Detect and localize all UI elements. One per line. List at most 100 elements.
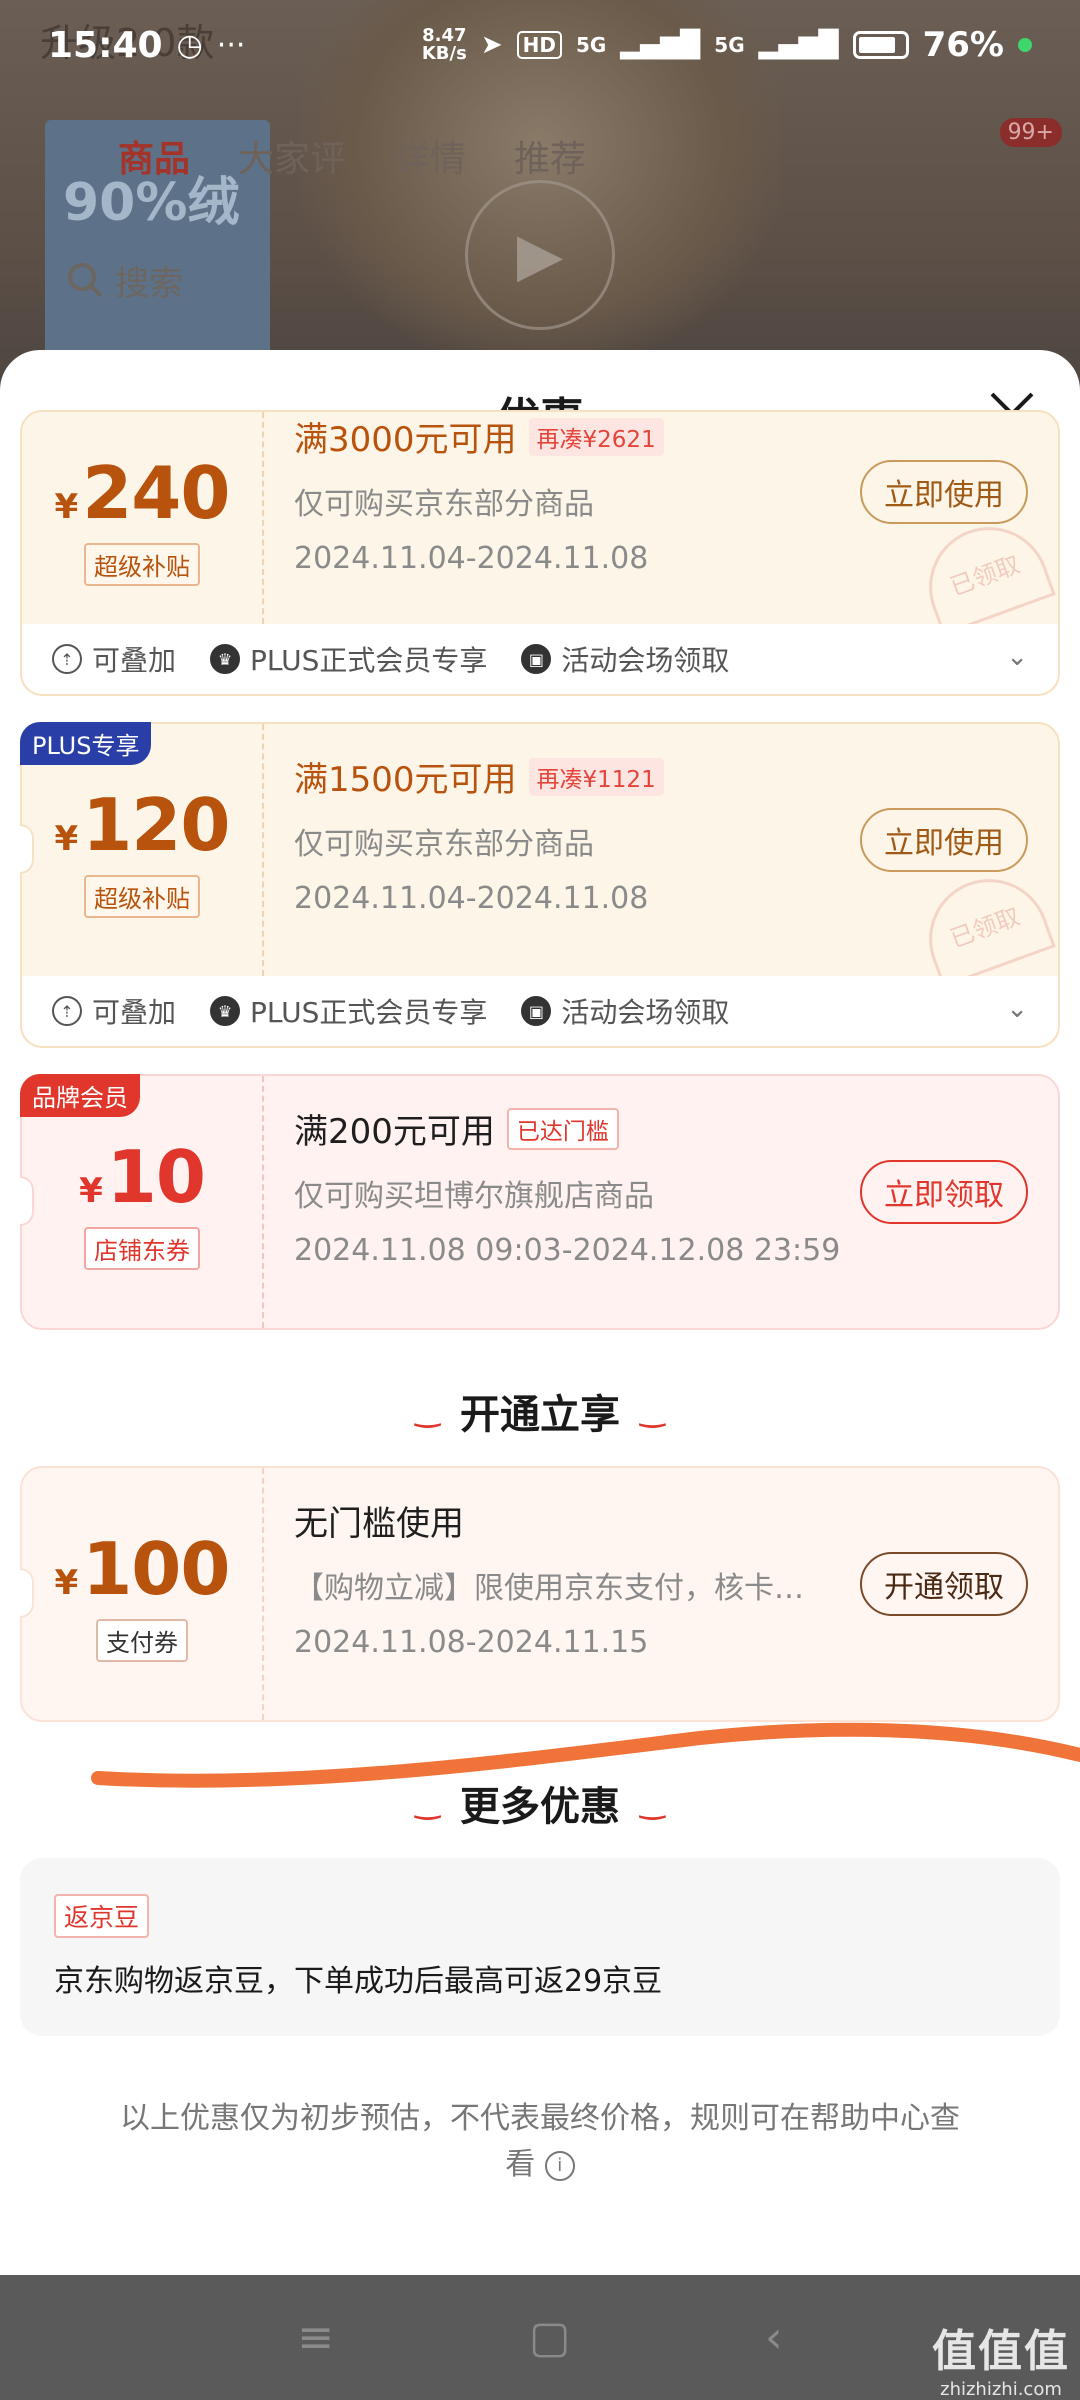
coupon-amount: ¥120 bbox=[55, 782, 231, 867]
coupon-features: ⇡ 可叠加 ♛ PLUS正式会员专享 ▣ 活动会场领取 ⌄ bbox=[22, 976, 1058, 1046]
stack-icon: ⇡ bbox=[52, 644, 82, 674]
section-title: 开通立享 bbox=[460, 1392, 620, 1438]
coupon-condition: 满3000元可用 bbox=[294, 420, 517, 460]
amount-value: 100 bbox=[82, 1526, 230, 1611]
more-dots-icon: ··· bbox=[216, 27, 246, 63]
coupon-condition: 满200元可用 bbox=[294, 1112, 495, 1152]
feature-stackable: ⇡ 可叠加 bbox=[52, 991, 176, 1031]
coupon-amount: ¥100 bbox=[54, 1526, 231, 1611]
coupon-condition-row: 满1500元可用 再凑¥1121 bbox=[294, 752, 1058, 801]
coupon-card: 品牌会员 ¥10 店铺东券 满200元可用 已达门槛 仅可购买坦博尔旗舰店商品 2… bbox=[20, 1074, 1060, 1330]
home-icon[interactable]: ▢ bbox=[529, 2312, 571, 2363]
feature-venue: ▣ 活动会场领取 bbox=[521, 991, 729, 1031]
product-tabs: 商品 大家评 详情 推荐 bbox=[118, 130, 586, 182]
search-icon bbox=[68, 263, 103, 298]
currency-symbol: ¥ bbox=[54, 1562, 79, 1603]
signal-5g-2: 5G bbox=[714, 33, 745, 57]
pay-coupon-card: ¥100 支付券 无门槛使用 【购物立减】限使用京东支付，核卡… 2024.11… bbox=[20, 1466, 1060, 1722]
feature-label: PLUS正式会员专享 bbox=[250, 996, 488, 1029]
smile-icon: ‿ bbox=[640, 1785, 665, 1821]
watermark-logo: 值值值 bbox=[932, 2326, 1070, 2377]
crown-icon: ♛ bbox=[210, 996, 241, 1026]
topup-tag: 再凑¥1121 bbox=[528, 757, 664, 796]
network-speed: 8.47 KB/s bbox=[422, 27, 467, 63]
feature-label: PLUS正式会员专享 bbox=[250, 644, 488, 677]
ticket-icon: ▣ bbox=[521, 996, 552, 1026]
brand-member-badge: 品牌会员 bbox=[20, 1074, 140, 1117]
coupon-type-tag: 超级补贴 bbox=[84, 542, 200, 586]
chevron-down-icon[interactable]: ⌄ bbox=[1006, 994, 1028, 1024]
tab-details: 详情 bbox=[394, 139, 467, 180]
feature-venue: ▣ 活动会场领取 bbox=[521, 639, 729, 679]
coupon-main: ¥120 超级补贴 满1500元可用 再凑¥1121 仅可购买京东部分商品 202… bbox=[20, 724, 1058, 988]
system-nav-bar: ≡ ▢ ‹ bbox=[0, 2275, 1080, 2400]
stack-icon: ⇡ bbox=[52, 996, 82, 1026]
coupon-dates: 2024.11.08-2024.11.15 bbox=[294, 1625, 649, 1660]
feature-label: 可叠加 bbox=[92, 996, 177, 1029]
net-speed-unit: KB/s bbox=[421, 43, 467, 64]
amount-value: 120 bbox=[82, 782, 230, 867]
info-icon[interactable]: i bbox=[544, 2150, 575, 2181]
coupon-condition: 满1500元可用 bbox=[294, 760, 517, 800]
feature-plus-member: ♛ PLUS正式会员专享 bbox=[210, 639, 487, 679]
coupon-amount: ¥10 bbox=[79, 1135, 206, 1219]
coupon-value-area: ¥100 支付券 bbox=[22, 1468, 264, 1720]
discount-sheet: 优惠 ¥240 超级补贴 满3000元可用再凑¥2621 仅可购买京东部分商品 … bbox=[0, 350, 1080, 2275]
smile-icon: ‿ bbox=[640, 1393, 665, 1429]
hd-icon: HD bbox=[516, 31, 562, 59]
amount-value: 240 bbox=[82, 450, 230, 535]
coupon-scope: 仅可购买京东部分商品 bbox=[294, 827, 594, 862]
coupon-main: ¥100 支付券 无门槛使用 【购物立减】限使用京东支付，核卡… 2024.11… bbox=[20, 1468, 1058, 1720]
more-discount-card[interactable]: 返京豆 京东购物返京豆，下单成功后最高可返29京豆 bbox=[20, 1858, 1060, 2036]
feature-label: 可叠加 bbox=[92, 644, 177, 677]
coupon-card: PLUS专享 ¥120 超级补贴 满1500元可用 再凑¥1121 仅可购买京东部… bbox=[20, 722, 1060, 1048]
tab-reviews: 大家评 bbox=[238, 139, 347, 180]
coupon-condition: 无门槛使用 bbox=[294, 1504, 464, 1544]
watermark-url: zhizhizhi.com bbox=[940, 2379, 1062, 2400]
tab-recommend: 推荐 bbox=[514, 139, 587, 180]
section-more-header: ‿ 更多优惠 ‿ bbox=[20, 1748, 1060, 1858]
use-now-button[interactable]: 立即使用 bbox=[860, 808, 1028, 872]
use-now-button[interactable]: 立即使用 bbox=[860, 460, 1028, 524]
signal-bars-icon-2: ▂▄▆█ bbox=[758, 30, 839, 60]
ticket-icon: ▣ bbox=[521, 644, 552, 674]
currency-symbol: ¥ bbox=[79, 1170, 103, 1211]
coupon-scope: 【购物立减】限使用京东支付，核卡… bbox=[294, 1571, 804, 1606]
battery-icon bbox=[852, 31, 909, 59]
status-bar: 15:40 ◷ ··· 8.47 KB/s ➤ HD 5G ▂▄▆█ 5G ▂▄… bbox=[0, 0, 1080, 90]
coupon-type-tag: 支付券 bbox=[96, 1618, 188, 1662]
threshold-met-tag: 已达门槛 bbox=[506, 1107, 619, 1150]
signal-5g-1: 5G bbox=[575, 33, 607, 57]
coupon-main: ¥10 店铺东券 满200元可用 已达门槛 仅可购买坦博尔旗舰店商品 2024.1… bbox=[20, 1076, 1058, 1328]
coupon-condition-row: 满3000元可用 再凑¥2621 bbox=[294, 412, 1058, 461]
disclaimer-text: 以上优惠仅为初步预估，不代表最终价格，规则可在帮助中心查看 bbox=[120, 2101, 960, 2182]
back-icon[interactable]: ‹ bbox=[765, 2312, 783, 2363]
chevron-down-icon[interactable]: ⌄ bbox=[1006, 642, 1028, 672]
coupon-condition-row: 无门槛使用 bbox=[294, 1496, 1058, 1545]
coupon-features: ⇡ 可叠加 ♛ PLUS正式会员专享 ▣ 活动会场领取 ⌄ bbox=[22, 624, 1058, 694]
jingdou-text: 京东购物返京豆，下单成功后最高可返29京豆 bbox=[54, 1964, 663, 1999]
open-claim-button[interactable]: 开通领取 bbox=[860, 1552, 1028, 1616]
feature-label: 活动会场领取 bbox=[561, 644, 730, 677]
clock-icon: ◷ bbox=[176, 27, 203, 63]
crown-icon: ♛ bbox=[210, 644, 241, 674]
feature-label: 活动会场领取 bbox=[561, 996, 730, 1029]
coupon-condition-row: 满200元可用 已达门槛 bbox=[294, 1104, 1058, 1153]
active-dot-icon bbox=[1018, 38, 1032, 52]
menu-icon[interactable]: ≡ bbox=[297, 2312, 334, 2363]
smile-icon: ‿ bbox=[415, 1393, 440, 1429]
play-icon: ▶ bbox=[465, 180, 615, 330]
feature-stackable: ⇡ 可叠加 bbox=[52, 639, 176, 679]
watermark: 值值值 zhizhizhi.com bbox=[932, 2315, 1070, 2400]
coupon-dates: 2024.11.08 09:03-2024.12.08 23:59 bbox=[294, 1233, 841, 1268]
coupon-list: ¥240 超级补贴 满3000元可用 再凑¥2621 仅可购买京东部分商品 202… bbox=[20, 410, 1060, 2188]
plus-exclusive-badge: PLUS专享 bbox=[20, 722, 152, 765]
coupon-card: ¥240 超级补贴 满3000元可用 再凑¥2621 仅可购买京东部分商品 202… bbox=[20, 410, 1060, 696]
jingdou-tag: 返京豆 bbox=[54, 1894, 150, 1938]
topup-tag: 再凑¥2621 bbox=[528, 417, 664, 456]
section-open-header: ‿ 开通立享 ‿ bbox=[20, 1356, 1060, 1466]
coupon-amount: ¥240 bbox=[55, 450, 231, 535]
battery-percent: 76% bbox=[922, 25, 1004, 65]
coupon-scope: 仅可购买坦博尔旗舰店商品 bbox=[294, 1179, 654, 1214]
claim-now-button[interactable]: 立即领取 bbox=[860, 1160, 1028, 1224]
